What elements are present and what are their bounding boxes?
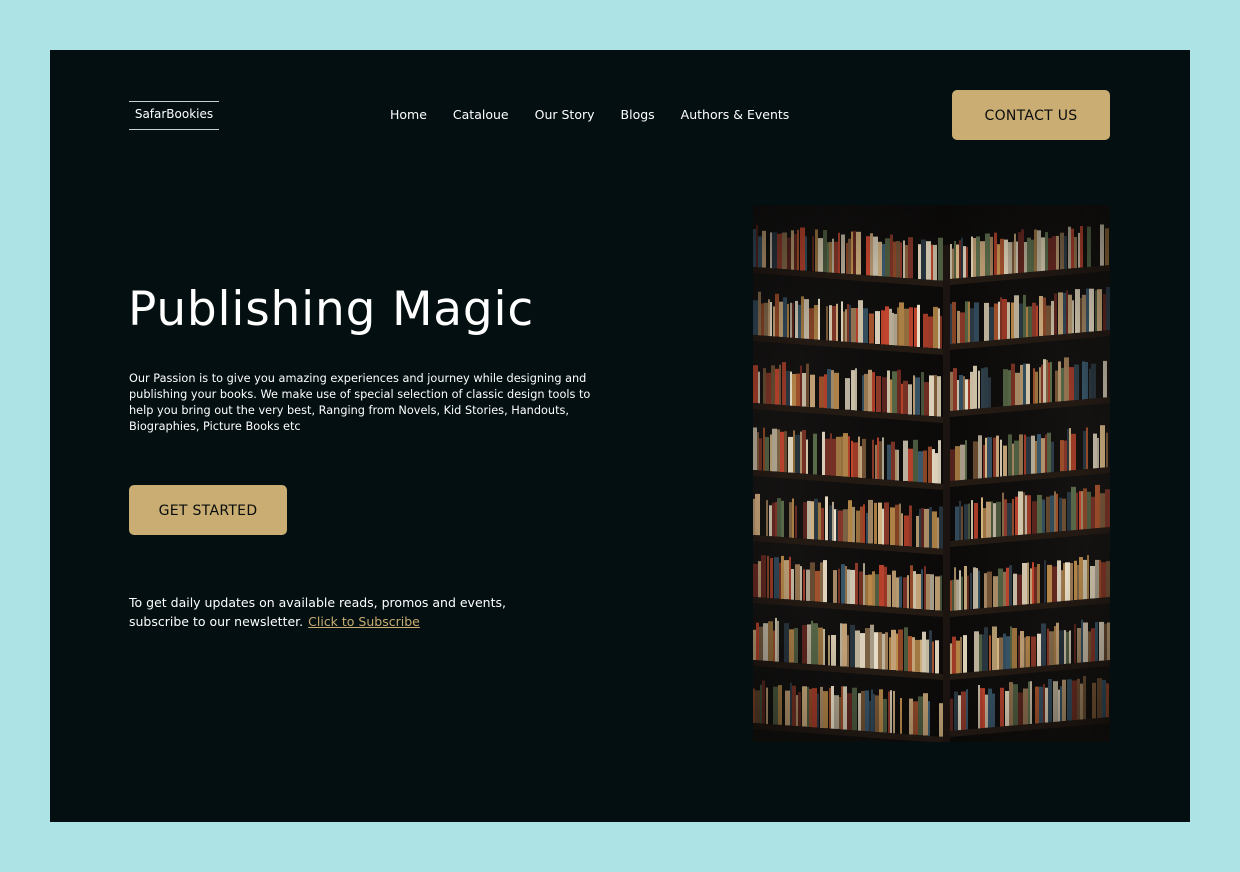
contact-us-button[interactable]: CONTACT US xyxy=(952,90,1110,140)
nav-item-blogs[interactable]: Blogs xyxy=(621,106,655,123)
nav-item-home[interactable]: Home xyxy=(390,106,427,123)
main-nav: Home Cataloue Our Story Blogs Authors & … xyxy=(390,106,815,123)
newsletter-text: To get daily updates on available reads,… xyxy=(129,593,529,631)
landing-page: SafarBookies Home Cataloue Our Story Blo… xyxy=(50,50,1190,822)
nav-item-our-story[interactable]: Our Story xyxy=(535,106,595,123)
bookshelf-photo xyxy=(753,205,1110,742)
subscribe-link[interactable]: Click to Subscribe xyxy=(308,614,420,629)
nav-item-catalogue[interactable]: Cataloue xyxy=(453,106,509,123)
brand-logo[interactable]: SafarBookies xyxy=(129,101,219,130)
nav-item-authors-events[interactable]: Authors & Events xyxy=(681,106,790,123)
get-started-button[interactable]: GET STARTED xyxy=(129,485,287,535)
device-frame: SafarBookies Home Cataloue Our Story Blo… xyxy=(0,0,1240,872)
hero-description: Our Passion is to give you amazing exper… xyxy=(129,372,591,433)
hero-title: Publishing Magic xyxy=(128,282,535,337)
